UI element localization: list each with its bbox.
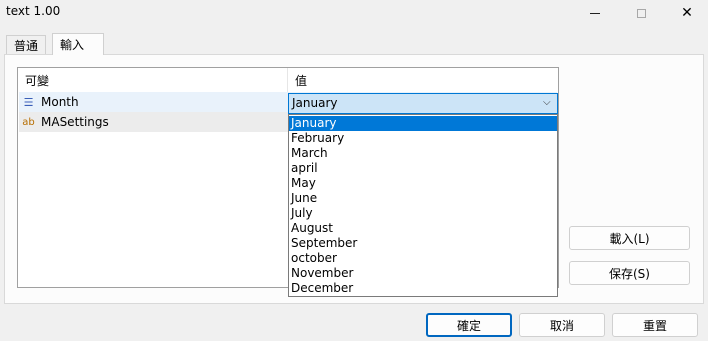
dropdown-option[interactable]: February xyxy=(289,131,557,146)
dropdown-option[interactable]: March xyxy=(289,146,557,161)
maximize-button[interactable] xyxy=(618,0,664,26)
dropdown-option[interactable]: May xyxy=(289,176,557,191)
dropdown-option[interactable]: November xyxy=(289,266,557,281)
enum-icon: ☰ xyxy=(23,95,34,109)
dropdown-option[interactable]: December xyxy=(289,281,557,296)
month-combobox[interactable]: January ⌵ xyxy=(288,93,558,114)
load-button[interactable]: 載入(L) xyxy=(569,226,690,250)
row-name-cell: ☰ Month xyxy=(22,94,79,110)
save-button[interactable]: 保存(S) xyxy=(569,261,690,285)
column-header-value[interactable]: 值 xyxy=(288,68,558,92)
window-title: text 1.00 xyxy=(6,4,61,18)
row-name-cell: ab MASettings xyxy=(22,114,109,130)
row-name: MASettings xyxy=(41,115,109,129)
tab-label: 輸入 xyxy=(60,38,85,52)
minimize-button[interactable] xyxy=(572,0,618,26)
close-button[interactable]: ✕ xyxy=(664,0,708,26)
tab-general[interactable]: 普通 xyxy=(6,35,47,55)
cancel-button[interactable]: 取消 xyxy=(519,313,605,337)
dropdown-option[interactable]: July xyxy=(289,206,557,221)
close-icon: ✕ xyxy=(681,5,693,21)
dropdown-option[interactable]: June xyxy=(289,191,557,206)
ok-button[interactable]: 確定 xyxy=(426,313,512,337)
dropdown-option[interactable]: September xyxy=(289,236,557,251)
title-bar: text 1.00 ✕ xyxy=(0,0,708,26)
chevron-down-icon[interactable]: ⌵ xyxy=(543,97,551,108)
reset-button[interactable]: 重置 xyxy=(612,313,698,337)
string-icon: ab xyxy=(22,116,35,128)
tab-input[interactable]: 輸入 xyxy=(52,33,104,55)
maximize-icon xyxy=(636,8,646,18)
dropdown-option[interactable]: January xyxy=(289,116,557,131)
month-dropdown-list[interactable]: January February March april May June Ju… xyxy=(288,114,558,297)
dropdown-option[interactable]: april xyxy=(289,161,557,176)
minimize-icon xyxy=(590,12,600,14)
tab-label: 普通 xyxy=(14,39,39,53)
row-name: Month xyxy=(41,95,79,109)
combobox-value: January xyxy=(292,96,338,110)
dropdown-option[interactable]: August xyxy=(289,221,557,236)
column-header-variable[interactable]: 可變 xyxy=(18,68,288,92)
dropdown-option[interactable]: october xyxy=(289,251,557,266)
